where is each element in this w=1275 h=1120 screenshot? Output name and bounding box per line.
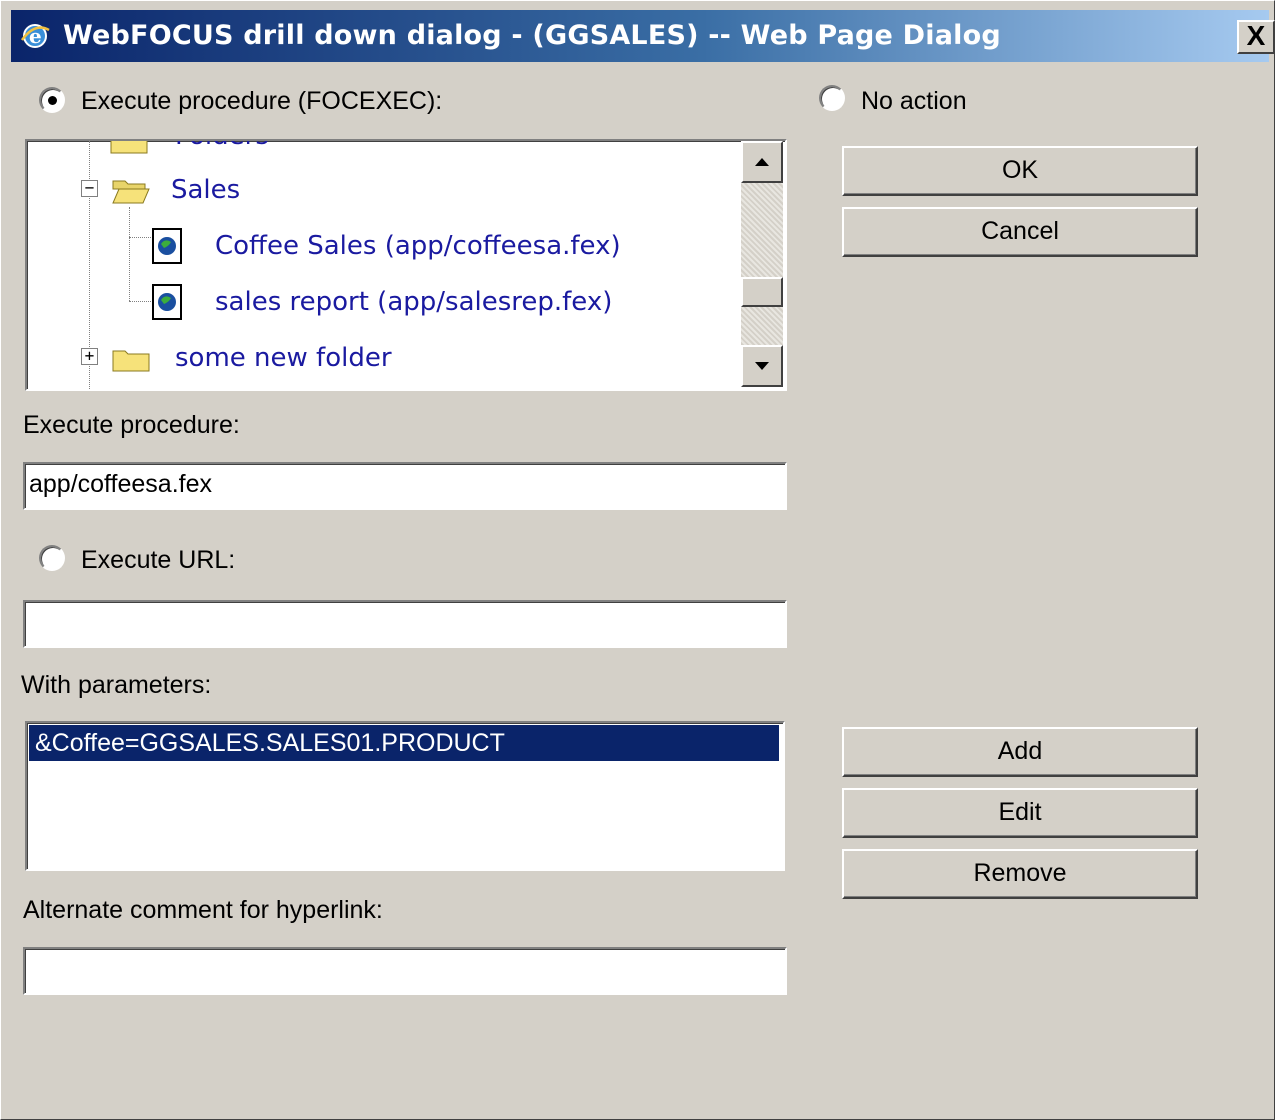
folder-icon [110,141,148,154]
execute-url-label: Execute URL: [81,546,236,574]
execute-procedure-input[interactable]: app/coffeesa.fex [23,462,787,510]
tree-line [129,301,151,302]
title-bar: e WebFOCUS drill down dialog - (GGSALES)… [11,10,1275,62]
execute-procedure-radio[interactable] [39,87,65,113]
tree-scrollbar[interactable] [741,141,783,387]
tree-item-coffee-sales[interactable]: Coffee Sales (app/coffeesa.fex) [215,231,621,261]
window-title: WebFOCUS drill down dialog - (GGSALES) -… [63,20,1001,51]
expand-icon[interactable]: + [81,348,98,365]
execute-url-radio[interactable] [39,545,65,571]
ok-button[interactable]: OK [842,146,1198,196]
tree-line [129,207,130,301]
no-action-label: No action [861,87,967,115]
procedure-tree[interactable]: Folders − Sales Coffee Sales (app/coffee… [25,139,787,391]
execute-url-input[interactable] [23,600,787,648]
arrow-down-icon [755,362,769,370]
ie-icon: e [20,24,50,48]
execute-procedure-focexec-label: Execute procedure (FOCEXEC): [81,87,443,115]
scroll-down-button[interactable] [741,345,783,387]
remove-button[interactable]: Remove [842,849,1198,899]
add-button[interactable]: Add [842,727,1198,777]
cancel-button[interactable]: Cancel [842,207,1198,257]
no-action-radio[interactable] [819,85,845,111]
tree-line [129,237,151,238]
tree-partial-item: Folders [175,141,269,151]
arrow-up-icon [755,158,769,166]
alt-comment-label: Alternate comment for hyperlink: [23,896,383,924]
close-button[interactable]: X [1237,20,1275,54]
tree-item-sales[interactable]: Sales [171,175,240,205]
folder-icon [112,350,150,372]
collapse-icon[interactable]: − [81,180,98,197]
procedure-icon [152,284,182,320]
parameters-list[interactable]: &Coffee=GGSALES.SALES01.PRODUCT [25,721,785,871]
folder-open-icon [112,180,150,204]
alt-comment-input[interactable] [23,947,787,995]
dialog-window: e WebFOCUS drill down dialog - (GGSALES)… [0,0,1275,1120]
tree-item-some-new-folder[interactable]: some new folder [175,343,392,373]
scroll-thumb[interactable] [741,277,783,307]
execute-procedure-label: Execute procedure: [23,411,240,439]
parameter-item[interactable]: &Coffee=GGSALES.SALES01.PRODUCT [29,725,779,761]
radio-selected-dot [48,96,57,105]
tree-item-sales-report[interactable]: sales report (app/salesrep.fex) [215,287,612,317]
edit-button[interactable]: Edit [842,788,1198,838]
procedure-icon [152,228,182,264]
scroll-up-button[interactable] [741,141,783,183]
execute-procedure-value: app/coffeesa.fex [29,470,213,498]
parameters-label: With parameters: [21,671,212,699]
